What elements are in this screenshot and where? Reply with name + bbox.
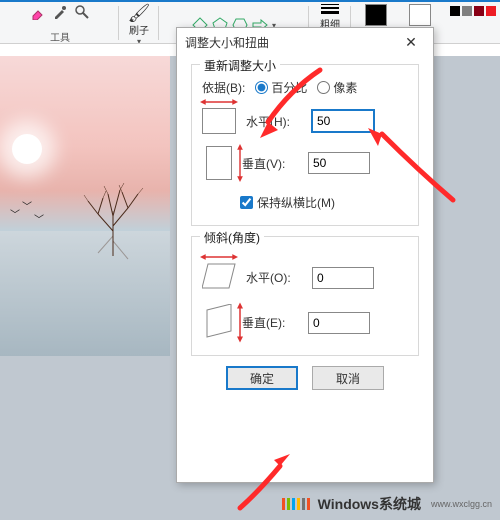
- color1-swatch: [365, 4, 387, 26]
- chevron-down-icon: ▾: [137, 37, 141, 46]
- basis-label: 依据(B):: [202, 79, 245, 96]
- brush-label: 刷子: [129, 22, 149, 37]
- horizontal-input[interactable]: [312, 110, 374, 132]
- windows-flag-icon: [282, 498, 312, 510]
- radio-percent[interactable]: 百分比: [255, 79, 307, 96]
- bird-icon: ﹀: [10, 206, 20, 221]
- footer-brand: Windows系统城: [318, 494, 421, 514]
- color-picker-icon[interactable]: [52, 4, 68, 20]
- basis-row: 依据(B): 百分比 像素: [202, 79, 408, 96]
- dialog-button-row: 确定 取消: [191, 366, 419, 390]
- skew-h-label: 水平(O):: [246, 269, 302, 286]
- ok-button[interactable]: 确定: [226, 366, 298, 390]
- skew-h-arrows-icon: [200, 253, 238, 261]
- keep-ratio-checkbox[interactable]: 保持纵横比(M): [240, 194, 408, 211]
- cancel-button[interactable]: 取消: [312, 366, 384, 390]
- horizontal-rect-icon: [202, 108, 236, 134]
- horizontal-label: 水平(H):: [246, 113, 302, 130]
- skew-v-parallelogram-icon: [206, 304, 232, 338]
- bird-icon: ﹀: [22, 198, 32, 213]
- skew-v-arrows-icon: [236, 302, 244, 343]
- radio-percent-input[interactable]: [255, 81, 268, 94]
- dialog-titlebar[interactable]: 调整大小和扭曲 ✕: [177, 28, 433, 56]
- footer-watermark: Windows系统城 www.wxclgg.cn: [282, 494, 492, 514]
- ribbon-group-tools: 工具: [6, 2, 114, 46]
- vertical-row: 垂直(V):: [202, 146, 408, 180]
- sun: [12, 134, 42, 164]
- ribbon-caption-tools: 工具: [6, 29, 114, 44]
- resize-skew-dialog: 调整大小和扭曲 ✕ 重新调整大小 依据(B): 百分比 像素: [176, 27, 434, 483]
- skew-v-label: 垂直(E):: [242, 314, 298, 331]
- eraser-icon[interactable]: [30, 4, 46, 20]
- bird-icon: ﹀: [34, 211, 44, 226]
- vertical-label: 垂直(V):: [242, 155, 298, 172]
- palette-swatch[interactable]: [450, 6, 460, 16]
- vertical-arrows-icon: [236, 144, 244, 182]
- horizontal-arrows-icon: [200, 98, 238, 106]
- resize-group-title: 重新调整大小: [200, 57, 280, 74]
- horizontal-row: 水平(H):: [202, 108, 408, 134]
- skew-h-parallelogram-icon: [202, 263, 236, 289]
- magnifier-icon[interactable]: [74, 4, 90, 20]
- keep-ratio-input[interactable]: [240, 196, 253, 209]
- vertical-input[interactable]: [308, 152, 370, 174]
- footer-url: www.wxclgg.cn: [431, 499, 492, 509]
- skew-v-input[interactable]: [308, 312, 370, 334]
- ribbon-separator-2: [158, 6, 159, 40]
- tree-reflection: [78, 231, 148, 291]
- skew-h-input[interactable]: [312, 267, 374, 289]
- color2-swatch: [409, 4, 431, 26]
- tool-icons-row: [30, 4, 90, 20]
- palette-swatch[interactable]: [486, 6, 496, 16]
- vertical-rect-icon: [206, 146, 232, 180]
- skew-v-row: 垂直(E):: [202, 304, 408, 341]
- skew-h-row: 水平(O):: [202, 263, 408, 292]
- dialog-title: 调整大小和扭曲: [185, 34, 269, 51]
- ribbon-group-palette: [448, 2, 498, 46]
- skew-group-title: 倾斜(角度): [200, 229, 264, 246]
- brush-icon: 🖌: [128, 4, 151, 22]
- brush-button[interactable]: 🖌 刷子 ▾: [128, 4, 151, 46]
- palette-swatch[interactable]: [474, 6, 484, 16]
- resize-group: 重新调整大小 依据(B): 百分比 像素: [191, 64, 419, 226]
- radio-pixels[interactable]: 像素: [317, 79, 357, 96]
- ribbon-separator-1: [118, 6, 119, 40]
- canvas[interactable]: ﹀ ﹀ ﹀: [0, 56, 170, 356]
- ribbon-group-brush: 🖌 刷子 ▾: [122, 2, 156, 46]
- skew-group: 倾斜(角度) 水平(O): 垂直(E):: [191, 236, 419, 356]
- radio-pixels-input[interactable]: [317, 81, 330, 94]
- close-button[interactable]: ✕: [397, 31, 425, 53]
- palette-swatch[interactable]: [462, 6, 472, 16]
